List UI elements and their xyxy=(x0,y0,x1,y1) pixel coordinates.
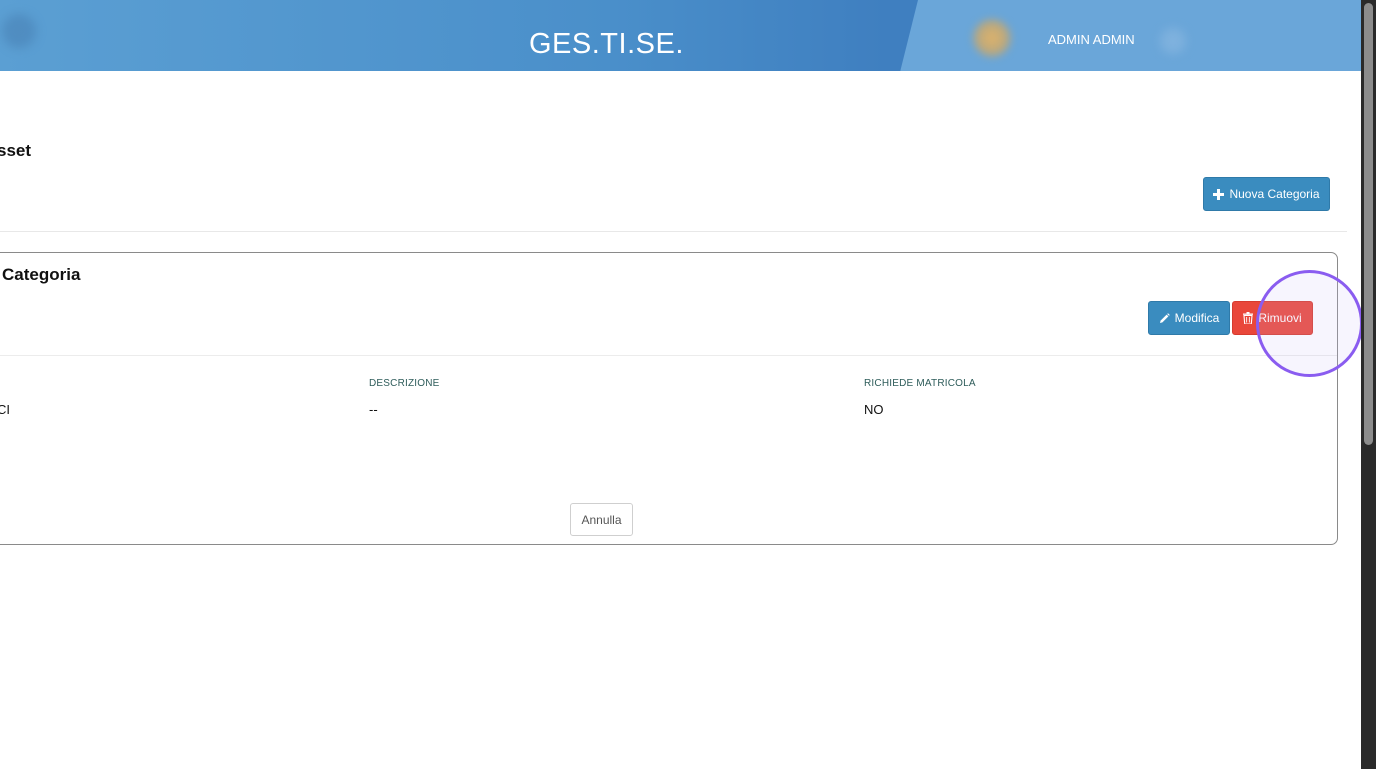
new-category-button[interactable]: Nuova Categoria xyxy=(1203,177,1330,211)
cancel-label: Annulla xyxy=(581,512,622,527)
column-value-description: -- xyxy=(369,402,378,417)
column-label-description: DESCRIZIONE xyxy=(369,378,440,389)
section-divider xyxy=(0,231,1347,232)
user-menu-icon[interactable] xyxy=(1160,28,1186,54)
click-highlight-indicator xyxy=(1256,270,1363,377)
panel-title: Categoria xyxy=(2,265,81,284)
app-title: GES.TI.SE. xyxy=(529,28,684,60)
column-value-requires-serial: NO xyxy=(864,402,884,417)
menu-icon[interactable] xyxy=(2,14,36,48)
column-label-requires-serial: RICHIEDE MATRICOLA xyxy=(864,378,976,389)
edit-button[interactable]: Modifica xyxy=(1148,301,1230,335)
page-title: sset xyxy=(0,141,32,160)
cancel-button[interactable]: Annulla xyxy=(570,503,633,536)
plus-icon xyxy=(1213,188,1225,200)
user-name[interactable]: ADMIN ADMIN xyxy=(1048,32,1135,47)
column-value-name: CI xyxy=(0,402,10,417)
new-category-label: Nuova Categoria xyxy=(1229,187,1320,201)
panel-divider xyxy=(0,355,1337,356)
pencil-icon xyxy=(1159,312,1170,324)
top-header: GES.TI.SE. ADMIN ADMIN xyxy=(0,0,1361,71)
avatar[interactable] xyxy=(972,18,1012,58)
edit-label: Modifica xyxy=(1174,311,1220,325)
scrollbar-thumb[interactable] xyxy=(1364,3,1373,445)
category-detail-panel xyxy=(0,252,1338,545)
trash-icon xyxy=(1243,312,1254,324)
